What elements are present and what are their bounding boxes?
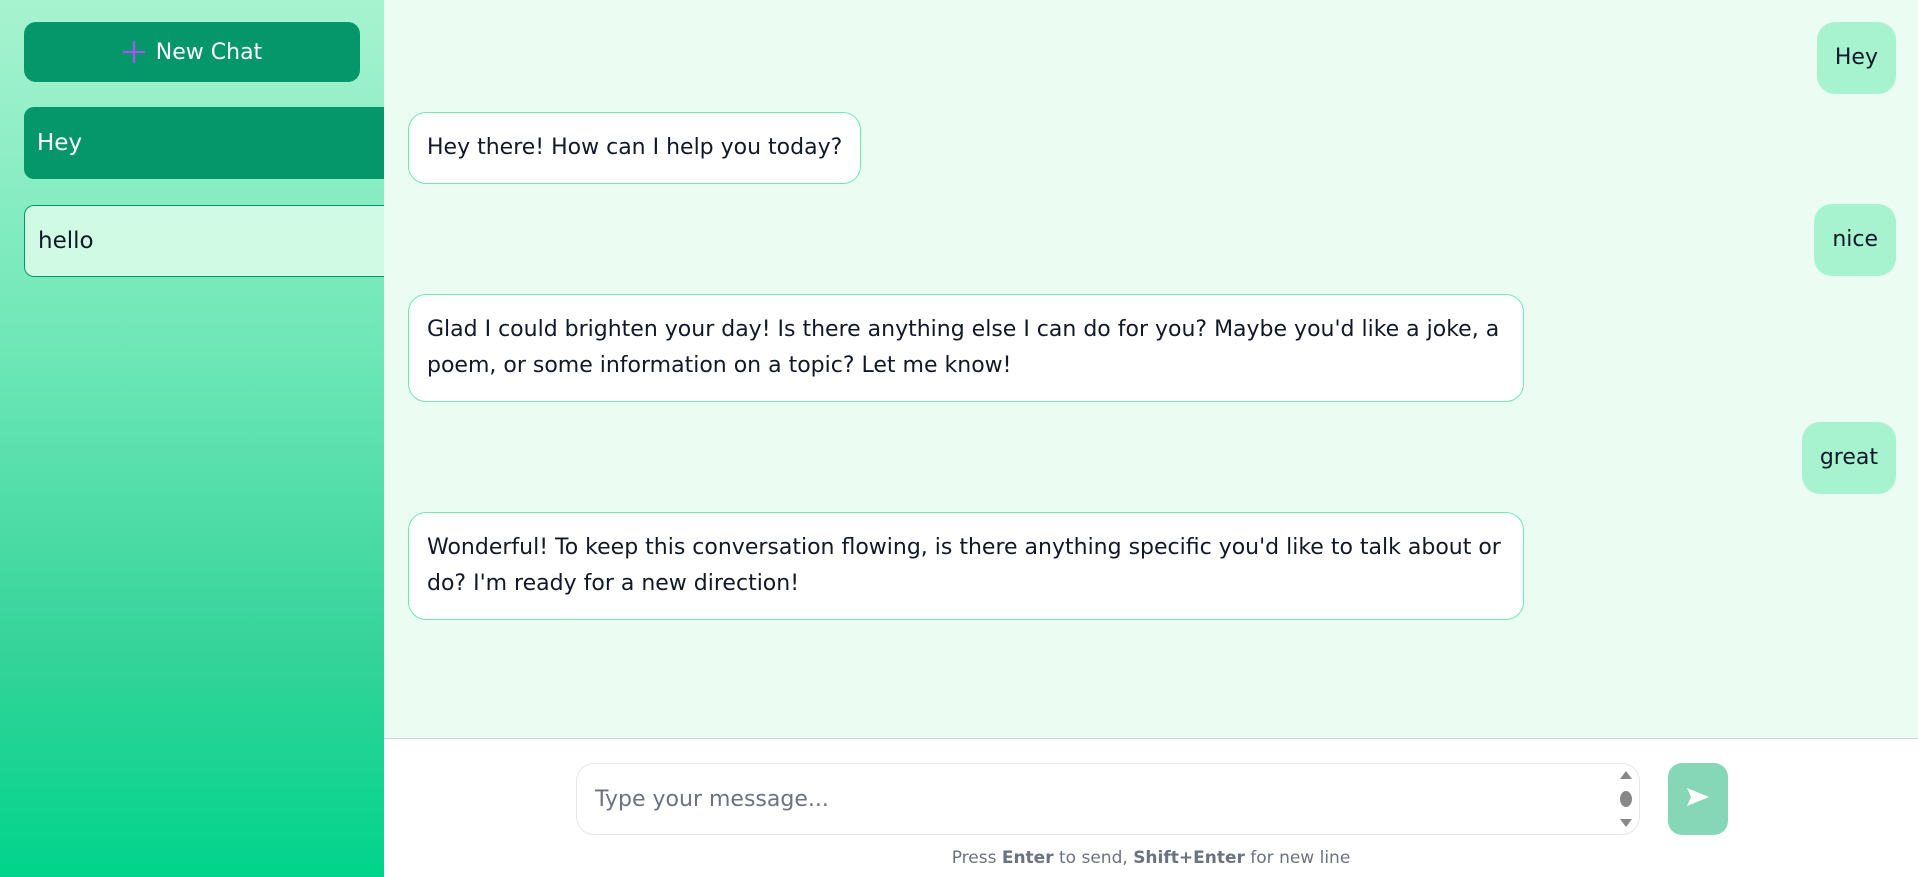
- user-message: great: [1801, 422, 1896, 494]
- composer: Press Enter to send, Shift+Enter for new…: [384, 738, 1918, 877]
- chat-main: Hey Hey there! How can I help you today?…: [384, 0, 1918, 877]
- sidebar-item-label: Hey: [37, 130, 83, 156]
- hint-text: to send,: [1053, 848, 1134, 868]
- message-input[interactable]: [577, 764, 1607, 834]
- keyboard-hint: Press Enter to send, Shift+Enter for new…: [384, 848, 1918, 868]
- hint-key-enter: Enter: [1001, 848, 1054, 868]
- hint-text: for new line: [1244, 848, 1351, 868]
- send-button[interactable]: [1668, 763, 1728, 835]
- hint-text: Press: [951, 848, 1002, 868]
- message-text: great: [1819, 445, 1878, 470]
- message-text: Glad I could brighten your day! Is there…: [427, 317, 1500, 378]
- new-chat-button[interactable]: New Chat: [24, 22, 360, 82]
- message-text: nice: [1832, 227, 1878, 252]
- assistant-message: Hey there! How can I help you today?: [408, 112, 862, 184]
- plus-icon: [122, 40, 146, 64]
- assistant-message: Glad I could brighten your day! Is there…: [408, 294, 1524, 402]
- new-chat-label: New Chat: [155, 39, 263, 65]
- hint-key-shift-enter: Shift+Enter: [1133, 848, 1245, 868]
- sidebar: New Chat Hey hello: [0, 0, 386, 877]
- message-text: Hey: [1834, 45, 1878, 70]
- message-text: Wonderful! To keep this conversation flo…: [427, 535, 1501, 596]
- sidebar-item-hello[interactable]: hello: [24, 205, 386, 277]
- chat-app: New Chat Hey hello Hey Hey there! How ca…: [0, 0, 1918, 877]
- message-text: Hey there! How can I help you today?: [427, 135, 843, 160]
- sidebar-item-hey[interactable]: Hey: [24, 107, 386, 179]
- sidebar-item-label: hello: [38, 228, 94, 254]
- assistant-message: Wonderful! To keep this conversation flo…: [408, 512, 1524, 620]
- user-message: nice: [1814, 204, 1896, 276]
- message-list: Hey Hey there! How can I help you today?…: [384, 0, 1918, 738]
- message-input-wrapper: [576, 763, 1640, 835]
- send-arrow-icon: [1685, 786, 1711, 812]
- input-scrollbar[interactable]: [1615, 768, 1637, 830]
- user-message: Hey: [1816, 22, 1896, 94]
